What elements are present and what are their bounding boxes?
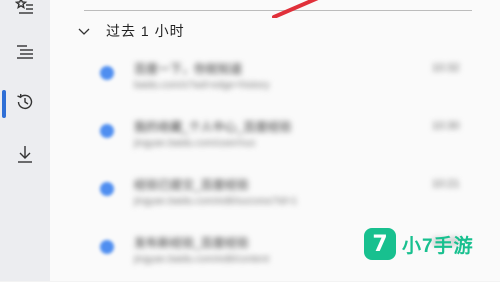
group-title: 过去 1 小时: [106, 23, 185, 39]
history-item[interactable]: 我的收藏_个人中心_百度经验 jingyan.baidu.com/user/nu…: [50, 108, 500, 166]
site-favicon-icon: [100, 240, 114, 254]
rail-item-history[interactable]: [0, 84, 50, 124]
reading-list-icon: [15, 42, 35, 67]
history-item-title: 我的收藏_个人中心_百度经验: [134, 120, 292, 134]
history-item[interactable]: 百度一下，你就知道 baidu.com/s?wd=edge+history 10…: [50, 50, 500, 108]
site-favicon-icon: [100, 66, 114, 80]
watermark: 7 小7手游: [364, 226, 474, 262]
history-item-time: 10:21: [432, 178, 460, 190]
history-item[interactable]: 经验已提交_百度经验 jingyan.baidu.com/edit/succes…: [50, 166, 500, 224]
history-group-header[interactable]: 过去 1 小时: [78, 20, 185, 42]
history-item-url: jingyan.baidu.com/edit/content: [134, 254, 270, 265]
annotation-arrow-icon: [272, 0, 319, 18]
sidebar-rail: [0, 0, 50, 281]
history-item-url: jingyan.baidu.com/user/nuc: [134, 138, 256, 149]
rail-item-reading-list[interactable]: [0, 34, 50, 74]
history-item-title: 发布新经验_百度经验: [134, 236, 249, 250]
favorites-icon: [14, 0, 35, 21]
history-item-url: baidu.com/s?wd=edge+history: [134, 80, 270, 91]
rail-item-favorites[interactable]: [0, 0, 50, 28]
history-icon: [15, 92, 35, 117]
rail-item-downloads[interactable]: [0, 136, 50, 176]
history-item-title: 经验已提交_百度经验: [134, 178, 249, 192]
history-item-time: 10:32: [432, 62, 460, 74]
history-item-title: 百度一下，你就知道: [134, 62, 243, 76]
downloads-icon: [15, 144, 35, 169]
chevron-down-icon: [78, 28, 90, 35]
history-item-url: jingyan.baidu.com/edit/success?id=1: [134, 196, 298, 207]
watermark-logo-icon: 7: [364, 228, 396, 260]
watermark-text: 小7手游: [402, 235, 474, 257]
site-favicon-icon: [100, 182, 114, 196]
history-item-time: 10:30: [432, 120, 460, 132]
site-favicon-icon: [100, 124, 114, 138]
